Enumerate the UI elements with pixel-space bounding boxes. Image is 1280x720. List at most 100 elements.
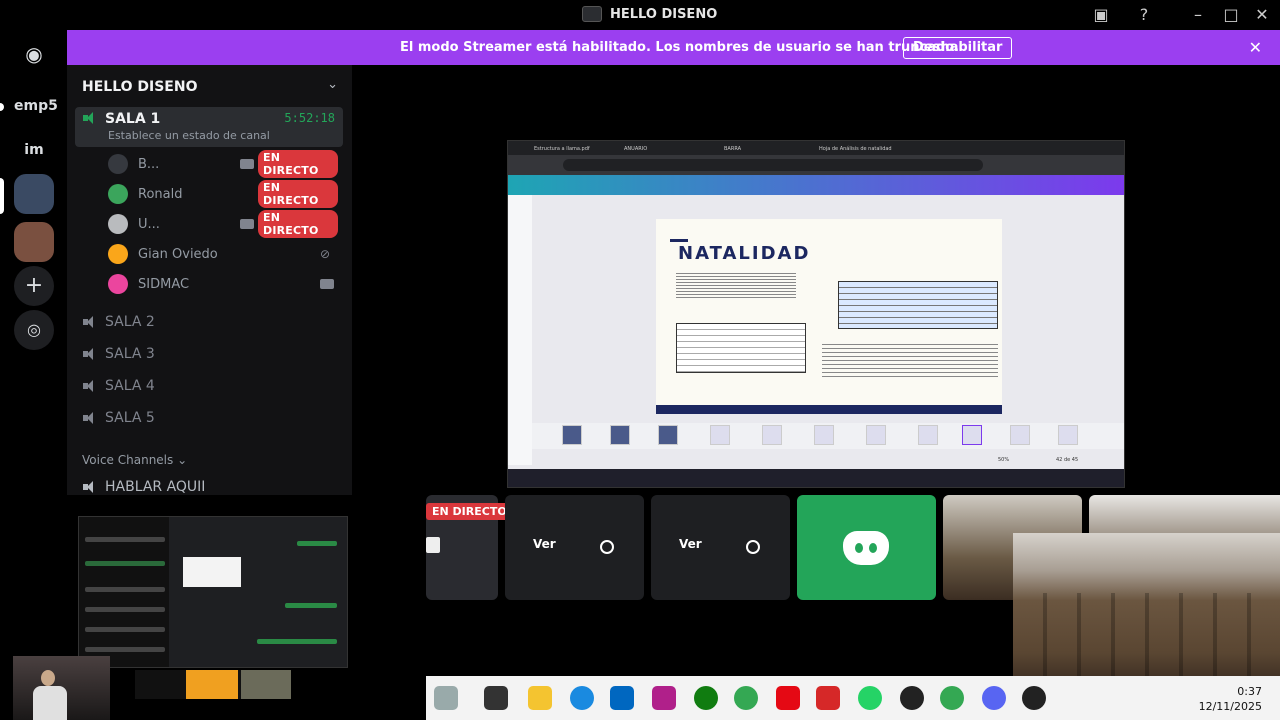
voice-channel-sala-5[interactable]: SALA 5: [75, 403, 343, 433]
file-explorer-icon[interactable]: [528, 686, 552, 710]
store-icon[interactable]: [610, 686, 634, 710]
chrome-icon[interactable]: [734, 686, 758, 710]
camera-icon: [240, 219, 254, 229]
browser-tab: BARRA: [724, 146, 742, 152]
preview-strip: [135, 670, 291, 699]
live-badge: EN DIRECTO: [258, 150, 338, 178]
participant-tile[interactable]: Ver: [651, 495, 790, 600]
app-icon[interactable]: [900, 686, 924, 710]
add-server-icon[interactable]: +: [14, 266, 54, 306]
close-window-button[interactable]: ✕: [1251, 4, 1273, 26]
camera-icon: [320, 279, 334, 289]
participant-tile-discord[interactable]: [797, 495, 936, 600]
voice-channel-sala-3[interactable]: SALA 3: [75, 339, 343, 369]
live-badge: EN DIRECTO: [258, 180, 338, 208]
browser-tabs: Estructura a llama.pdf ANUARIO BARRA Hoj…: [508, 141, 1124, 155]
guild-im[interactable]: im: [14, 130, 54, 170]
category-voice-channels[interactable]: Voice Channels ⌄: [82, 453, 187, 467]
system-clock[interactable]: 0:37 12/11/2025: [1199, 684, 1262, 714]
voice-user[interactable]: B... EN DIRECTO: [108, 150, 338, 178]
speaker-icon: [83, 379, 99, 393]
avatar: [108, 244, 128, 264]
photos-icon[interactable]: [652, 686, 676, 710]
edge-icon[interactable]: [570, 686, 594, 710]
webcam-preview: [1013, 533, 1280, 683]
channel-status[interactable]: Establece un estado de canal: [108, 129, 270, 142]
voice-user[interactable]: SIDMAC: [108, 272, 338, 296]
app-icon: [582, 6, 602, 22]
browser-tab: ANUARIO: [624, 146, 648, 152]
speaker-icon: [83, 111, 99, 125]
speaker-icon: [83, 347, 99, 361]
voice-channel-sala-2[interactable]: SALA 2: [75, 307, 343, 337]
voice-channel-sala-4[interactable]: SALA 4: [75, 371, 343, 401]
voice-user[interactable]: U... EN DIRECTO: [108, 210, 338, 238]
streamer-message: El modo Streamer está habilitado. Los no…: [400, 40, 960, 55]
discord-home-icon[interactable]: ◉: [14, 34, 54, 74]
selected-pill: [0, 178, 4, 214]
slide-thumbnails: [532, 423, 1124, 449]
address-bar: [508, 155, 1124, 175]
guild-avatar[interactable]: [14, 222, 54, 262]
popout-icon[interactable]: [600, 540, 614, 554]
channel-name: SALA 1: [105, 111, 161, 127]
browser-tab: Estructura a llama.pdf: [534, 146, 590, 152]
task-view-icon[interactable]: [484, 686, 508, 710]
canva-sidebar: [508, 195, 532, 465]
avatar: [108, 214, 128, 234]
view-stream-button[interactable]: Ver: [533, 537, 556, 551]
popout-icon[interactable]: [746, 540, 760, 554]
xbox-icon[interactable]: [694, 686, 718, 710]
self-camera: [13, 656, 110, 720]
windows-taskbar: 0:37 12/11/2025: [426, 676, 1280, 720]
maximize-button[interactable]: □: [1220, 4, 1242, 26]
explore-icon[interactable]: ◎: [14, 310, 54, 350]
unread-pill: [0, 103, 4, 111]
participant-camera[interactable]: [1089, 495, 1280, 535]
media-player-icon[interactable]: [1022, 686, 1046, 710]
canva-toolbar: [508, 175, 1124, 195]
window-title: HELLO DISENO: [582, 6, 717, 22]
chevron-down-icon[interactable]: ⌄: [327, 77, 338, 92]
server-name[interactable]: HELLO DISENO: [82, 79, 198, 95]
avatar: [108, 154, 128, 174]
discord-logo-icon: [843, 531, 889, 565]
disable-streamer-button[interactable]: Deshabilitar: [903, 37, 1013, 59]
inbox-icon[interactable]: ▣: [1090, 4, 1112, 26]
browser-tab: Hoja de Análisis de natalidad: [819, 146, 892, 152]
widgets-icon[interactable]: [434, 686, 458, 710]
avatar: [108, 184, 128, 204]
speaker-icon: [83, 315, 99, 329]
speaker-icon: [83, 480, 99, 494]
voice-channel-hablar-aqui[interactable]: HABLAR AQUII: [75, 472, 343, 502]
minimize-button[interactable]: –: [1187, 4, 1209, 26]
live-badge: EN DIRECTO: [426, 503, 513, 520]
server-list: ◉ emp5 im + ◎: [0, 30, 67, 495]
live-badge: EN DIRECTO: [258, 210, 338, 238]
participant-tile[interactable]: Ver: [505, 495, 644, 600]
zoom-level: 50%: [998, 457, 1010, 463]
shared-screen[interactable]: Estructura a llama.pdf ANUARIO BARRA Hoj…: [507, 140, 1125, 488]
guild-emp5[interactable]: emp5: [14, 86, 58, 126]
title-bar: HELLO DISENO ▣ ? – □ ✕: [0, 0, 1280, 30]
voice-user[interactable]: Gian Oviedo ⊘: [108, 242, 338, 266]
view-stream-button[interactable]: Ver: [679, 537, 702, 551]
streamer-mode-banner: El modo Streamer está habilitado. Los no…: [67, 30, 1280, 65]
voice-channel-sala-1[interactable]: SALA 1 5:52:18 Establece un estado de ca…: [75, 107, 343, 147]
help-icon[interactable]: ?: [1133, 4, 1155, 26]
netflix-icon[interactable]: [776, 686, 800, 710]
whatsapp-icon[interactable]: [858, 686, 882, 710]
voice-user[interactable]: Ronald EN DIRECTO: [108, 180, 338, 208]
camera-icon: [240, 159, 254, 169]
deafened-icon: ⊘: [320, 247, 331, 261]
slide-title: NATALIDAD: [678, 243, 811, 264]
office-icon[interactable]: [816, 686, 840, 710]
slide: NATALIDAD: [656, 219, 1002, 414]
avatar: [108, 274, 128, 294]
call-timer: 5:52:18: [284, 111, 335, 125]
close-icon[interactable]: ✕: [1249, 38, 1262, 57]
discord-icon[interactable]: [982, 686, 1006, 710]
guild-hello-diseno[interactable]: [14, 174, 54, 214]
page-count: 42 de 45: [1056, 457, 1079, 463]
chrome-profile-icon[interactable]: [940, 686, 964, 710]
